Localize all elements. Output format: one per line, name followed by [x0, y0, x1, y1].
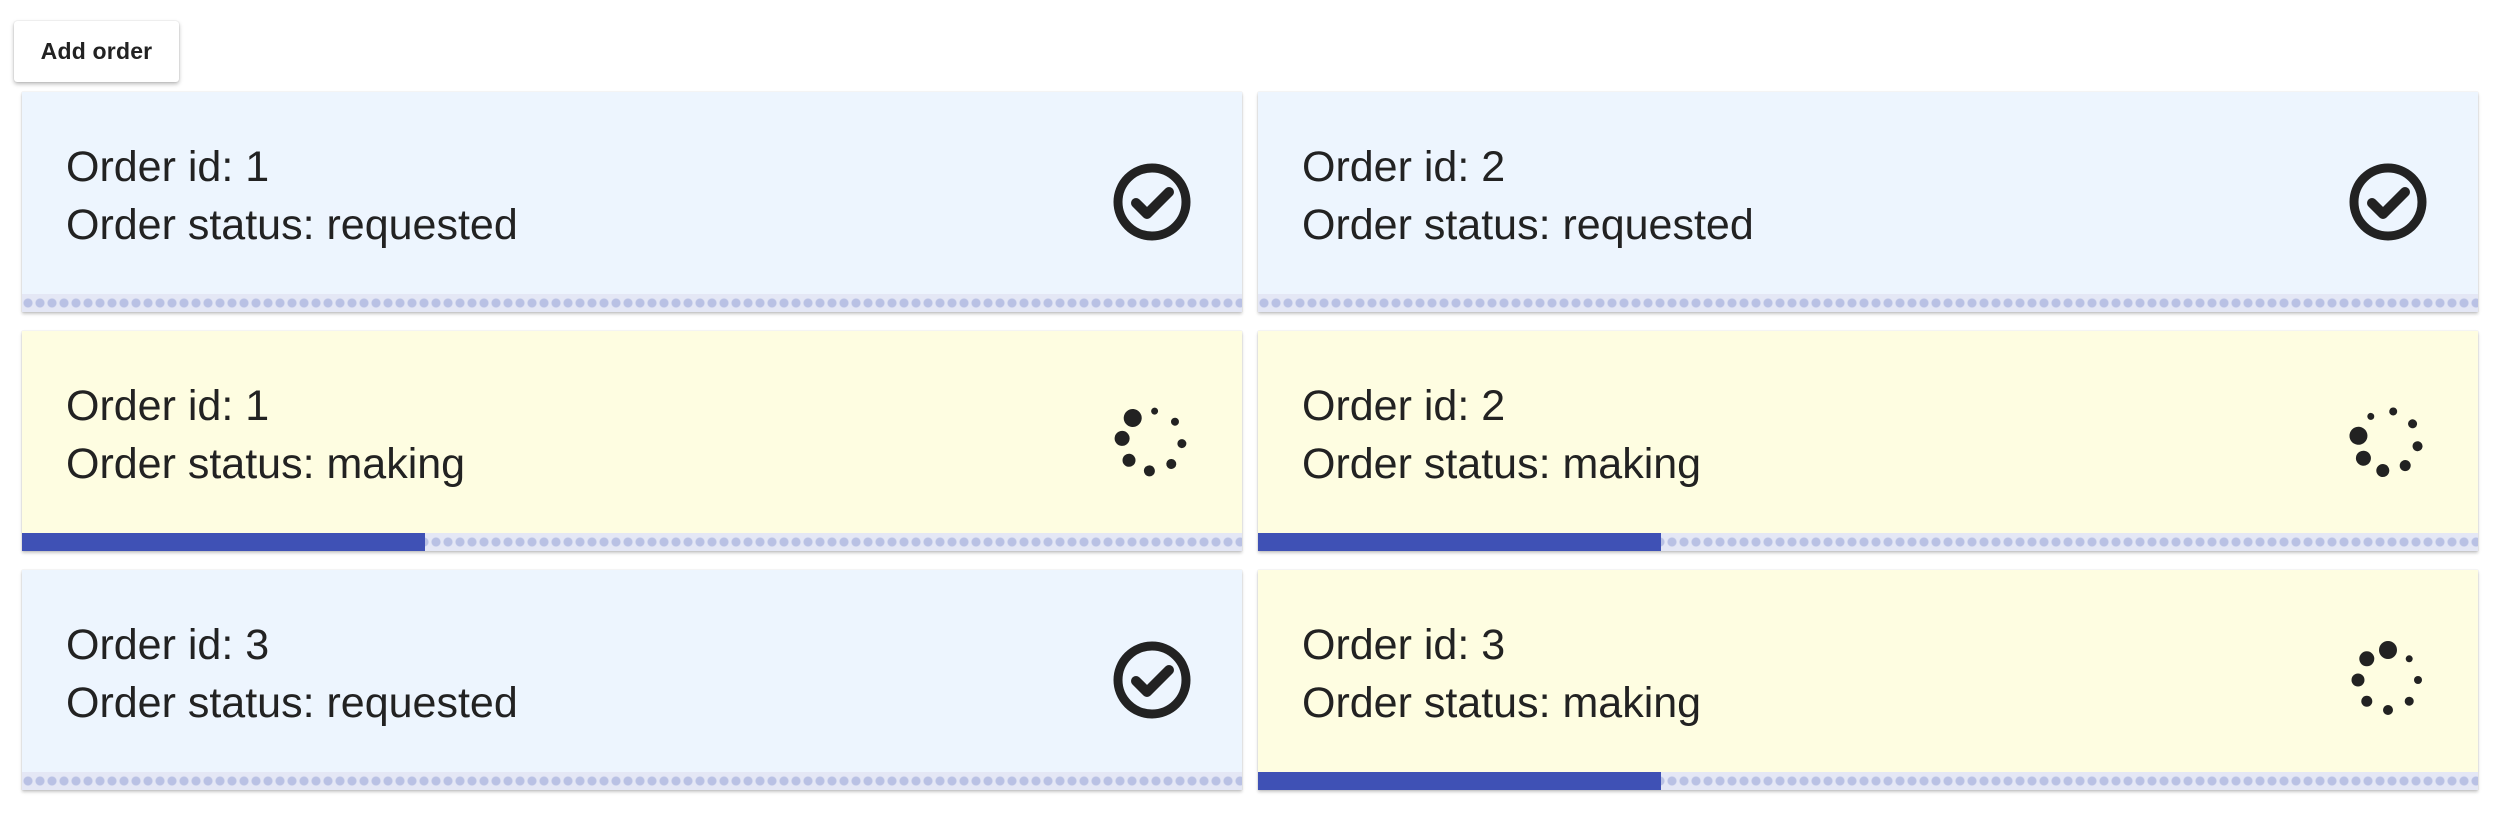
order-id-text: Order id: 3	[1302, 616, 1701, 674]
order-status-text: Order status: making	[1302, 674, 1701, 732]
order-status-value: making	[1562, 679, 1702, 727]
order-status-text: Order status: making	[1302, 435, 1701, 493]
order-card: Order id: 2 Order status: requested	[1258, 92, 2478, 312]
order-status-label: Order status:	[66, 201, 327, 249]
app-root: Add order Order id: 1 Order status: reque…	[0, 0, 2500, 815]
order-card: Order id: 1 Order status: making	[22, 331, 1242, 551]
order-status-text: Order status: requested	[66, 196, 518, 254]
order-status-value: requested	[326, 201, 518, 249]
order-card: Order id: 2 Order status: making	[1258, 331, 2478, 551]
order-status-label: Order status:	[66, 679, 327, 727]
order-progress-bar	[1258, 294, 2478, 312]
order-id-label: Order id:	[66, 382, 246, 430]
order-status-label: Order status:	[1302, 679, 1563, 727]
order-progress-fill	[22, 533, 425, 551]
order-details: Order id: 1 Order status: making	[66, 377, 465, 493]
order-progress-bar	[1258, 533, 2478, 551]
order-progress-fill	[1258, 533, 1661, 551]
order-id-text: Order id: 1	[66, 138, 518, 196]
order-status-label: Order status:	[66, 440, 327, 488]
order-progress-bar	[22, 294, 1242, 312]
order-id-value: 2	[1481, 382, 1506, 430]
loading-spinner-icon	[1112, 401, 1192, 481]
order-progress-fill	[1258, 772, 1661, 790]
loading-spinner-icon	[2348, 640, 2428, 720]
order-status-label: Order status:	[1302, 440, 1563, 488]
order-status-value: making	[326, 440, 466, 488]
order-status-label: Order status:	[1302, 201, 1563, 249]
order-id-label: Order id:	[1302, 382, 1482, 430]
order-status-value: requested	[1562, 201, 1754, 249]
order-progress-bar	[1258, 772, 2478, 790]
order-id-label: Order id:	[1302, 143, 1482, 191]
add-order-button[interactable]: Add order	[14, 21, 179, 82]
order-id-text: Order id: 3	[66, 616, 518, 674]
order-id-value: 1	[245, 382, 270, 430]
check-circle-icon	[1112, 162, 1192, 242]
order-grid: Order id: 1 Order status: requested Order …	[22, 92, 2478, 790]
order-id-value: 3	[1481, 621, 1506, 669]
check-circle-icon	[2348, 162, 2428, 242]
order-id-label: Order id:	[1302, 621, 1482, 669]
order-details: Order id: 3 Order status: requested	[66, 616, 518, 732]
order-status-text: Order status: requested	[1302, 196, 1754, 254]
order-id-text: Order id: 2	[1302, 377, 1701, 435]
order-details: Order id: 2 Order status: requested	[1302, 138, 1754, 254]
order-id-value: 2	[1481, 143, 1506, 191]
order-details: Order id: 3 Order status: making	[1302, 616, 1701, 732]
order-progress-bar	[22, 772, 1242, 790]
order-id-value: 1	[245, 143, 270, 191]
order-status-value: making	[1562, 440, 1702, 488]
order-details: Order id: 1 Order status: requested	[66, 138, 518, 254]
order-id-value: 3	[245, 621, 270, 669]
order-status-text: Order status: making	[66, 435, 465, 493]
order-details: Order id: 2 Order status: making	[1302, 377, 1701, 493]
order-card: Order id: 1 Order status: requested	[22, 92, 1242, 312]
order-card: Order id: 3 Order status: making	[1258, 570, 2478, 790]
order-card: Order id: 3 Order status: requested	[22, 570, 1242, 790]
order-status-value: requested	[326, 679, 518, 727]
order-status-text: Order status: requested	[66, 674, 518, 732]
order-id-label: Order id:	[66, 143, 246, 191]
check-circle-icon	[1112, 640, 1192, 720]
order-id-label: Order id:	[66, 621, 246, 669]
loading-spinner-icon	[2348, 401, 2428, 481]
order-id-text: Order id: 2	[1302, 138, 1754, 196]
order-id-text: Order id: 1	[66, 377, 465, 435]
order-progress-bar	[22, 533, 1242, 551]
